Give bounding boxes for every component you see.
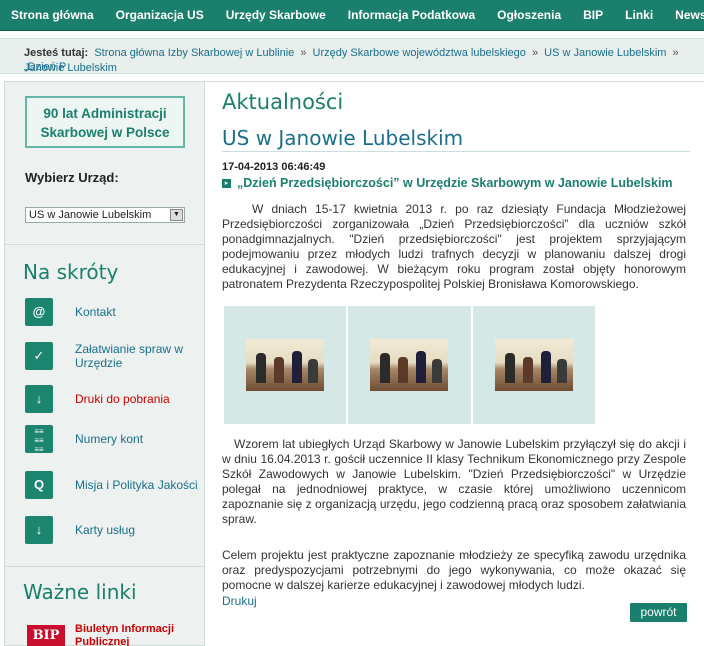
news-headline-text: „Dzień Przedsiębiorczości” w Urzędzie Sk… — [237, 176, 673, 190]
nav-home[interactable]: Strona główna — [0, 0, 105, 30]
shortcut-label: Kontakt — [75, 305, 116, 319]
anniversary-line-2: Skarbowej w Polsce — [40, 125, 170, 140]
photo-thumbnail[interactable] — [224, 306, 347, 424]
nav-newsletter[interactable]: Newsl — [664, 0, 704, 30]
photo-image — [494, 339, 573, 391]
nav-tax-info[interactable]: Informacja Podatkowa — [337, 0, 486, 30]
shortcut-service-cards[interactable]: ↓ Karty usług — [25, 514, 200, 546]
breadcrumb: Jesteś tutaj: Strona główna Izby Skarbow… — [0, 38, 704, 74]
breadcrumb-label: Jesteś tutaj: — [24, 47, 89, 59]
sidebar-divider — [5, 244, 204, 245]
arrow-bullet-icon: ▸ — [222, 178, 231, 188]
bip-label-line-2: Publicznej — [75, 636, 130, 646]
nav-tax-offices[interactable]: Urzędy Skarbowe — [215, 0, 337, 30]
breadcrumb-separator: » — [669, 47, 679, 59]
photo-gallery — [224, 306, 595, 424]
shortcut-label: Misja i Polityka Jakości — [75, 478, 198, 492]
office-select-value: US w Janowie Lubelskim — [29, 209, 152, 221]
main-content: Aktualności US w Janowie Lubelskim 17-04… — [206, 81, 704, 646]
anniversary-banner[interactable]: 90 lat Administracji Skarbowej w Polsce — [25, 96, 185, 148]
download-icon: ↓ — [25, 385, 53, 413]
nav-organization[interactable]: Organizacja US — [105, 0, 215, 30]
anniversary-line-1: 90 lat Administracji — [43, 106, 167, 121]
news-paragraph: Wzorem lat ubiegłych Urząd Skarbowy w Ja… — [222, 437, 686, 526]
shortcut-label: Załatwianie spraw w Urzędzie — [75, 342, 184, 370]
title-divider — [222, 151, 690, 152]
photo-image — [246, 339, 325, 391]
shortcut-label: Karty usług — [75, 523, 136, 537]
breadcrumb-link-offices[interactable]: Urzędy Skarbowe województwa lubelskiego — [313, 47, 526, 59]
important-links-title: Ważne linki — [23, 580, 137, 604]
sidebar-divider — [5, 566, 204, 567]
breadcrumb-current-continued: Janowie Lubelskim — [24, 62, 117, 74]
news-date: 17-04-2013 06:46:49 — [222, 161, 326, 173]
news-paragraph: W dniach 15-17 kwietnia 2013 r. po raz d… — [222, 202, 686, 291]
office-select[interactable]: US w Janowie Lubelskim ▼ — [25, 207, 185, 223]
service-card-icon: ↓ — [25, 516, 53, 544]
office-picker-label: Wybierz Urząd: — [25, 170, 119, 185]
office-title: US w Janowie Lubelskim — [222, 126, 464, 150]
breadcrumb-link-office[interactable]: US w Janowie Lubelskim — [544, 47, 666, 59]
bip-link[interactable]: Biuletyn Informacji Publicznej — [75, 623, 174, 646]
photo-image — [370, 339, 449, 391]
chevron-down-icon[interactable]: ▼ — [170, 209, 183, 221]
nav-bip[interactable]: BIP — [572, 0, 614, 30]
photo-thumbnail[interactable] — [348, 306, 471, 424]
shortcuts-title: Na skróty — [23, 260, 119, 284]
nav-announcements[interactable]: Ogłoszenia — [486, 0, 572, 30]
bip-logo[interactable]: BIP — [27, 625, 65, 646]
left-sidebar: 90 lat Administracji Skarbowej w Polsce … — [4, 81, 205, 646]
shortcut-mission-quality[interactable]: Q Misja i Polityka Jakości — [25, 469, 200, 501]
shortcut-label: Druki do pobrania — [75, 392, 170, 406]
bip-label-line-1: Biuletyn Informacji — [75, 623, 175, 635]
shortcut-handling-matters[interactable]: ✓ Załatwianie spraw w Urzędzie — [25, 340, 200, 372]
section-title: Aktualności — [222, 90, 344, 114]
breadcrumb-link-home[interactable]: Strona główna Izby Skarbowej w Lublinie — [94, 47, 294, 59]
shortcut-forms[interactable]: ↓ Druki do pobrania — [25, 383, 200, 415]
breadcrumb-separator: » — [528, 47, 539, 59]
print-link[interactable]: Drukuj — [222, 594, 257, 608]
top-navigation: Strona główna Organizacja US Urzędy Skar… — [0, 0, 704, 31]
news-paragraph: Celem projektu jest praktyczne zapoznani… — [222, 548, 686, 592]
account-numbers-icon: ≡≡ ≡≡ ≡≡ — [25, 425, 53, 454]
nav-links[interactable]: Linki — [614, 0, 664, 30]
news-headline[interactable]: ▸ „Dzień Przedsiębiorczości” w Urzędzie … — [222, 176, 673, 190]
breadcrumb-separator: » — [297, 47, 307, 59]
mail-icon: @ — [25, 298, 53, 326]
back-button[interactable]: powrót — [630, 603, 687, 622]
shortcut-account-numbers[interactable]: ≡≡ ≡≡ ≡≡ Numery kont — [25, 423, 200, 455]
shortcut-label: Numery kont — [75, 432, 144, 446]
check-icon: ✓ — [25, 342, 53, 370]
photo-thumbnail[interactable] — [472, 306, 595, 424]
quality-q-icon: Q — [25, 471, 53, 499]
shortcut-contact[interactable]: @ Kontakt — [25, 296, 200, 328]
